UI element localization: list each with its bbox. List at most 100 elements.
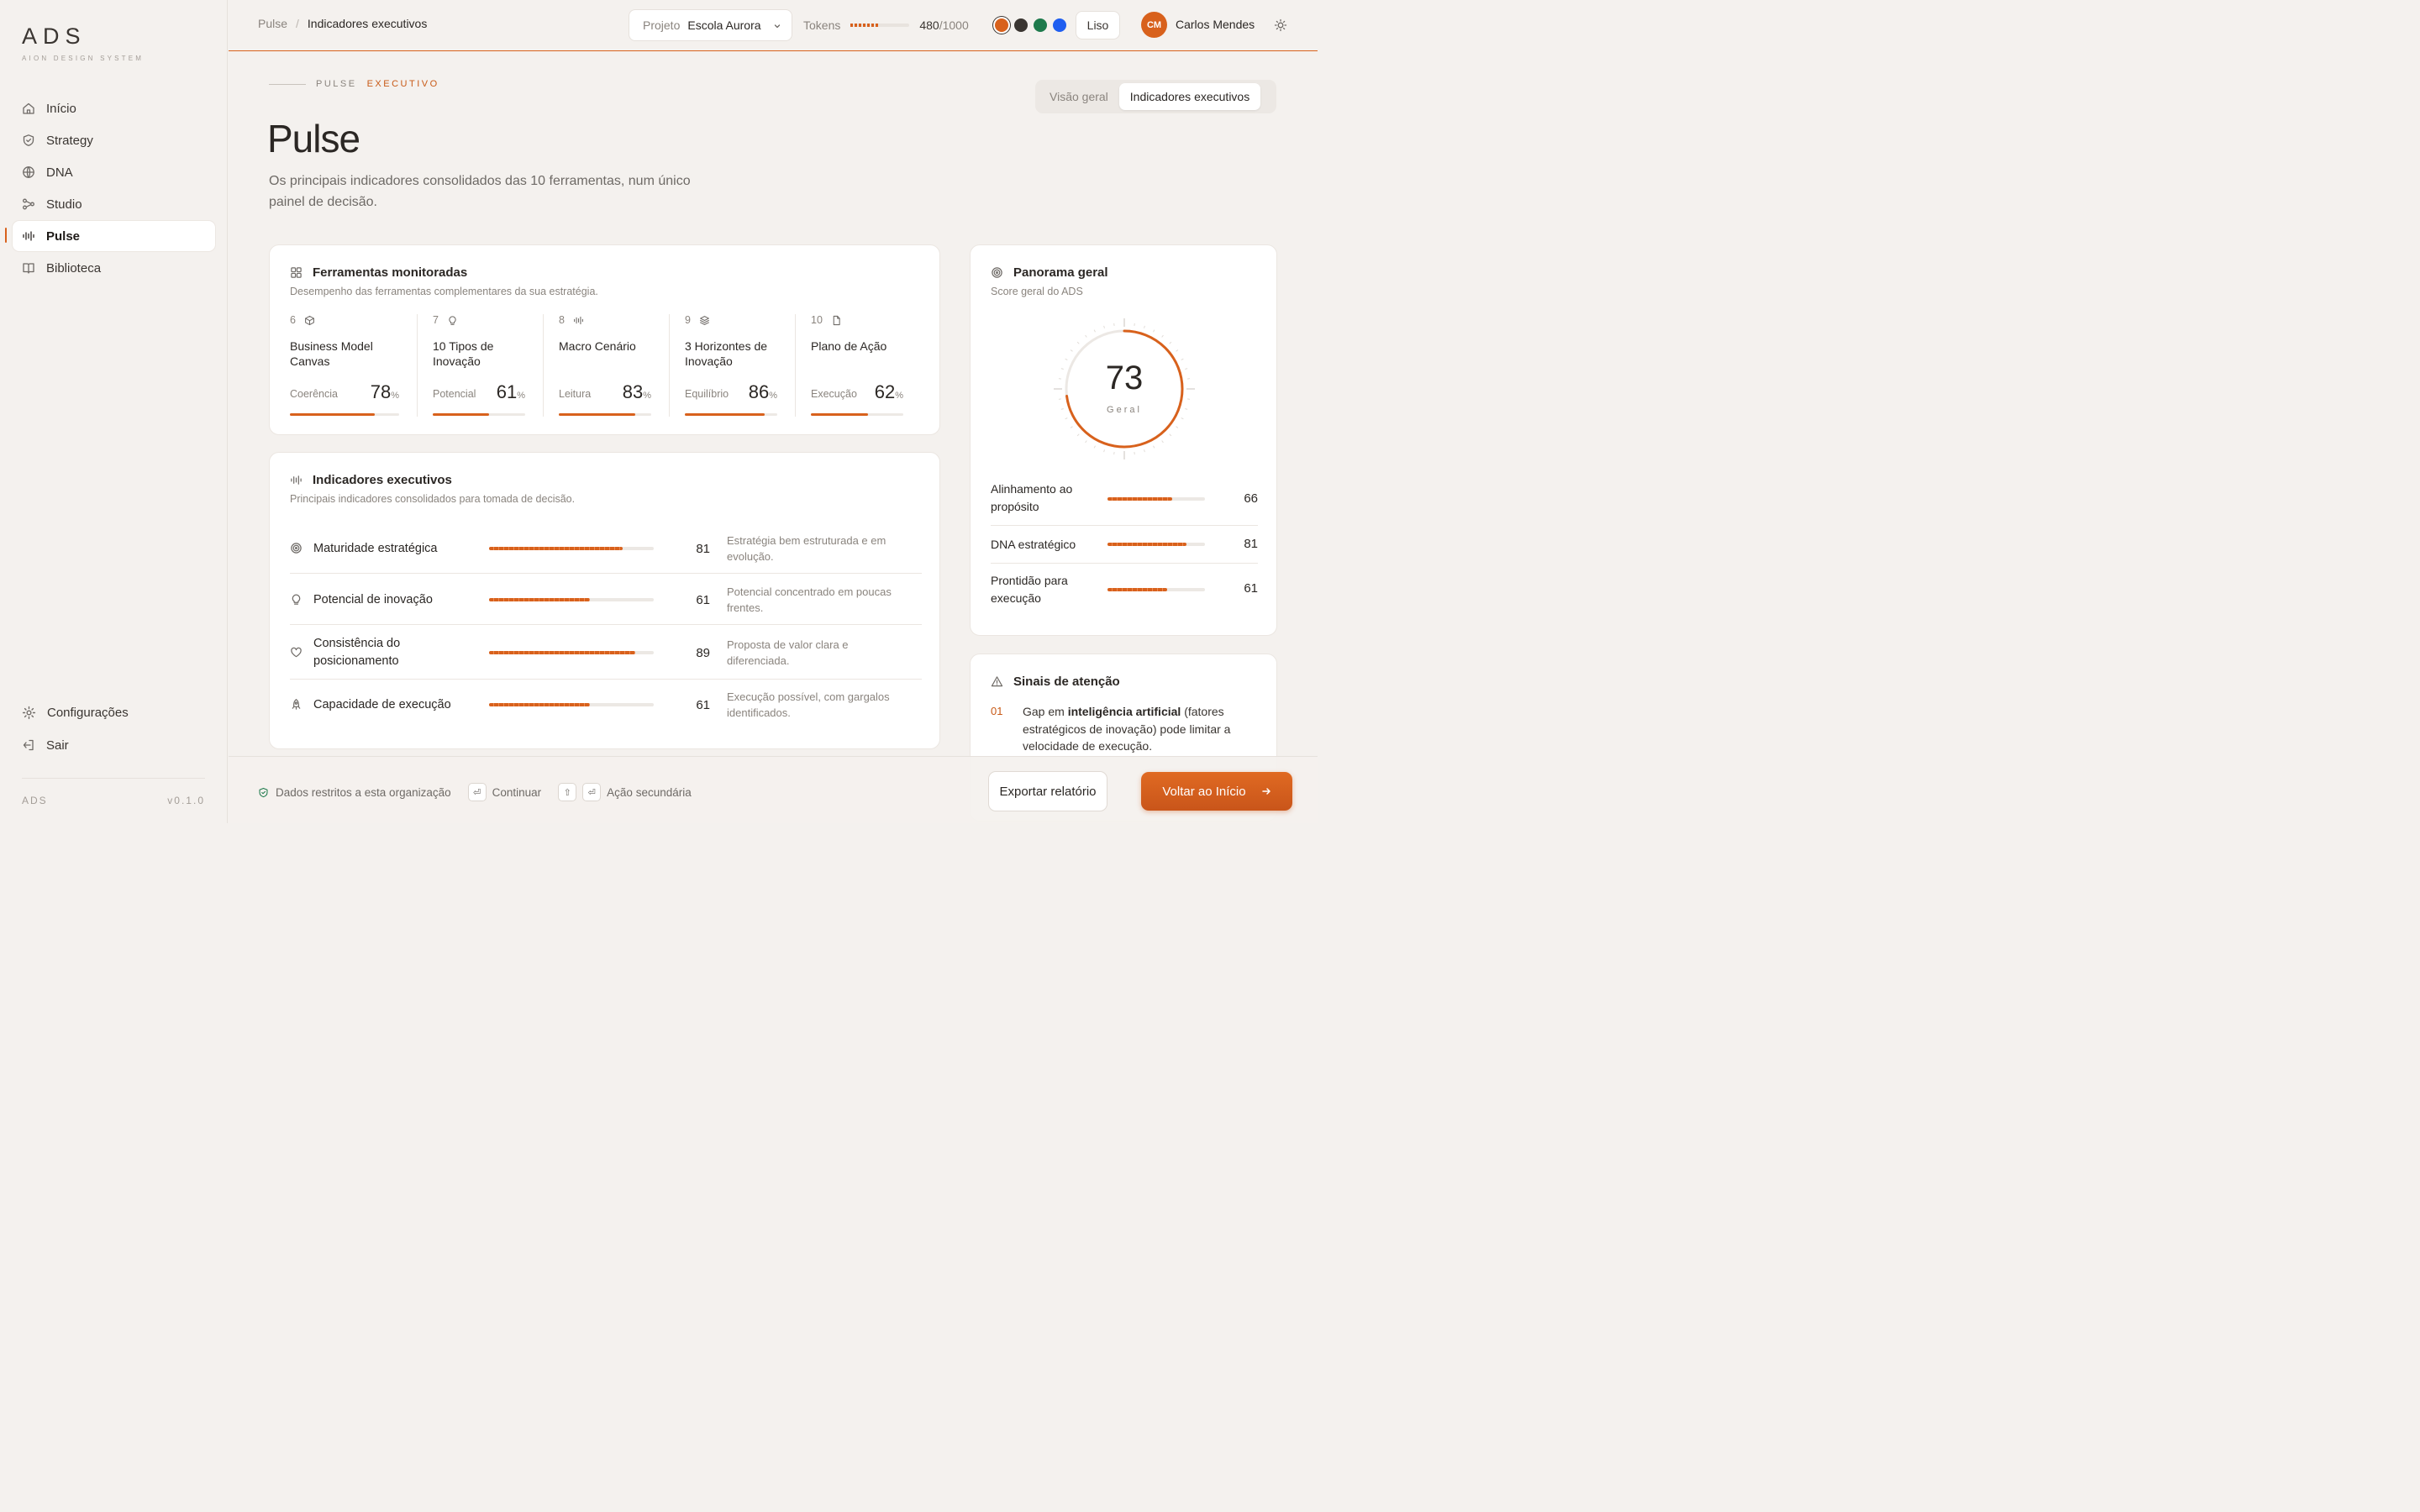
gauge-tick xyxy=(1103,325,1105,328)
tools-card-header: Ferramentas monitoradas xyxy=(290,265,467,280)
version-label: v0.1.0 xyxy=(167,795,205,806)
eyebrow: PULSE EXECUTIVO xyxy=(269,79,439,89)
indicator-bar xyxy=(489,598,654,601)
indicators-card: Indicadores executivos Principais indica… xyxy=(269,452,940,749)
active-indicator xyxy=(5,228,7,243)
tool-divider xyxy=(795,314,796,417)
panorama-card-subtitle: Score geral do ADS xyxy=(991,286,1083,297)
avatar[interactable]: CM xyxy=(1141,12,1167,38)
indicator-bar xyxy=(489,703,654,706)
sidebar-item-label: Strategy xyxy=(46,133,93,148)
back-home-button[interactable]: Voltar ao Início xyxy=(1141,772,1292,811)
tool-value-unit: % xyxy=(769,391,777,401)
gauge-tick xyxy=(1076,433,1080,437)
panorama-row-name: Prontidão para execução xyxy=(991,574,1068,605)
indicator-row[interactable]: Potencial de inovação 61 Potencial conce… xyxy=(290,575,922,625)
indicator-bar-fill xyxy=(489,703,590,706)
indicator-row[interactable]: Maturidade estratégica 81 Estratégia bem… xyxy=(290,523,922,574)
tab-indicadores-executivos[interactable]: Indicadores executivos xyxy=(1118,83,1261,110)
tool-item[interactable]: 7 10 Tipos de Inovação Potencial 61% xyxy=(417,314,542,417)
style-toggle-button[interactable]: Liso xyxy=(1076,11,1120,39)
logo-tagline: AION DESIGN SYSTEM xyxy=(22,55,145,62)
tool-item[interactable]: 9 3 Horizontes de Inovação Equilíbrio 86… xyxy=(669,314,794,417)
tools-card: Ferramentas monitoradas Desempenho das f… xyxy=(269,244,940,435)
tokens-bar xyxy=(850,24,910,27)
breadcrumb-item-pulse[interactable]: Pulse xyxy=(258,17,287,30)
sidebar-item-strategy[interactable]: Strategy xyxy=(13,125,215,155)
gear-icon xyxy=(22,706,36,719)
tools-card-subtitle: Desempenho das ferramentas complementare… xyxy=(290,286,598,297)
tool-progress-track xyxy=(290,413,399,416)
theme-swatch-orange[interactable] xyxy=(995,18,1008,32)
tool-number-text: 8 xyxy=(559,314,565,326)
heart-icon xyxy=(291,647,302,658)
continue-hint: Continuar xyxy=(492,785,542,799)
pulse-icon xyxy=(574,316,583,324)
indicator-description: Execução possível, com gargalos identifi… xyxy=(727,690,890,720)
tool-number-text: 9 xyxy=(685,314,691,326)
sidebar-item-inicio[interactable]: Início xyxy=(13,93,215,123)
gauge-tick xyxy=(1093,445,1096,449)
export-report-button[interactable]: Exportar relatório xyxy=(988,771,1107,811)
tool-number: 6 xyxy=(290,314,416,326)
tool-item[interactable]: 10 Plano de Ação Execução 62% xyxy=(795,314,920,417)
signal-text: Gap em inteligência artificial (fatores … xyxy=(1023,703,1233,755)
sidebar-item-label: DNA xyxy=(46,165,73,180)
signal-item[interactable]: 01 Gap em inteligência artificial (fator… xyxy=(991,703,1243,755)
sidebar-item-studio[interactable]: Studio xyxy=(13,189,215,219)
chevron-down-icon xyxy=(774,24,781,29)
tool-number-text: 6 xyxy=(290,314,296,326)
shield-check-icon xyxy=(259,787,268,797)
gauge-tick xyxy=(1161,334,1164,338)
tokens-used: 480 xyxy=(919,18,939,32)
gauge-tick xyxy=(1176,426,1179,428)
tool-number: 9 xyxy=(685,314,794,326)
user-name[interactable]: Carlos Mendes xyxy=(1176,18,1255,31)
tool-number: 7 xyxy=(433,314,542,326)
indicator-row[interactable]: Capacidade de execução 61 Execução possí… xyxy=(290,680,922,730)
tool-metric-label: Coerência xyxy=(290,388,338,400)
tool-metric-label: Potencial xyxy=(433,388,476,400)
page-subtitle: Os principais indicadores consolidados d… xyxy=(269,174,691,209)
tool-progress-fill xyxy=(290,413,376,416)
sidebar-item-biblioteca[interactable]: Biblioteca xyxy=(13,253,215,283)
theme-swatch-dark[interactable] xyxy=(1014,18,1028,32)
indicator-bar-fill xyxy=(489,598,590,601)
indicator-value: 61 xyxy=(696,592,710,607)
gauge-tick xyxy=(1103,449,1105,453)
sidebar-item-pulse[interactable]: Pulse xyxy=(13,221,215,251)
sidebar-item-label: Biblioteca xyxy=(46,260,102,276)
sidebar-item-settings[interactable]: Configurações xyxy=(13,697,215,727)
tab-visao-geral[interactable]: Visão geral xyxy=(1039,83,1119,110)
indicators-card-header: Indicadores executivos xyxy=(290,473,452,487)
cube-icon xyxy=(305,315,314,325)
tool-metric-value: 83% xyxy=(623,381,651,403)
panorama-row-value: 81 xyxy=(1244,537,1258,551)
indicator-name: Capacidade de execução xyxy=(313,697,451,711)
indicator-description: Potencial concentrado em poucas frentes. xyxy=(727,585,892,615)
sidebar-item-logout[interactable]: Sair xyxy=(13,730,215,760)
enter-key-hint: ⏎ xyxy=(582,783,602,801)
tool-item[interactable]: 6 Business Model Canvas Coerência 78% xyxy=(290,314,416,417)
signals-list: 01 Gap em inteligência artificial (fator… xyxy=(991,703,1243,755)
tool-progress-fill xyxy=(685,413,765,416)
indicator-bar-fill xyxy=(489,651,636,654)
indicator-row[interactable]: Consistência do posicionamento 89 Propos… xyxy=(290,626,922,680)
theme-swatch-green[interactable] xyxy=(1034,18,1047,32)
sidebar-item-dna[interactable]: DNA xyxy=(13,157,215,187)
panorama-row-bar-fill xyxy=(1107,497,1172,501)
signals-card-title: Sinais de atenção xyxy=(1013,675,1120,689)
tools-card-title: Ferramentas monitoradas xyxy=(313,265,468,280)
theme-swatch-blue[interactable] xyxy=(1053,18,1066,32)
brand-logo[interactable]: ADS AION DESIGN SYSTEM xyxy=(22,24,144,62)
signal-number: 01 xyxy=(991,705,1003,717)
breadcrumb-item-current: Indicadores executivos xyxy=(307,17,428,30)
sun-icon[interactable] xyxy=(1274,18,1287,32)
tool-name: Business Model Canvas xyxy=(290,339,373,368)
panorama-card-header: Panorama geral xyxy=(991,265,1108,280)
tool-item[interactable]: 8 Macro Cenário Leitura 83% xyxy=(543,314,668,417)
target-icon xyxy=(291,543,302,554)
sidebar-footer: ADS v0.1.0 xyxy=(22,778,205,806)
project-selector[interactable]: Projeto Escola Aurora xyxy=(629,9,792,41)
restricted-notice: Dados restritos a esta organização xyxy=(276,785,451,799)
